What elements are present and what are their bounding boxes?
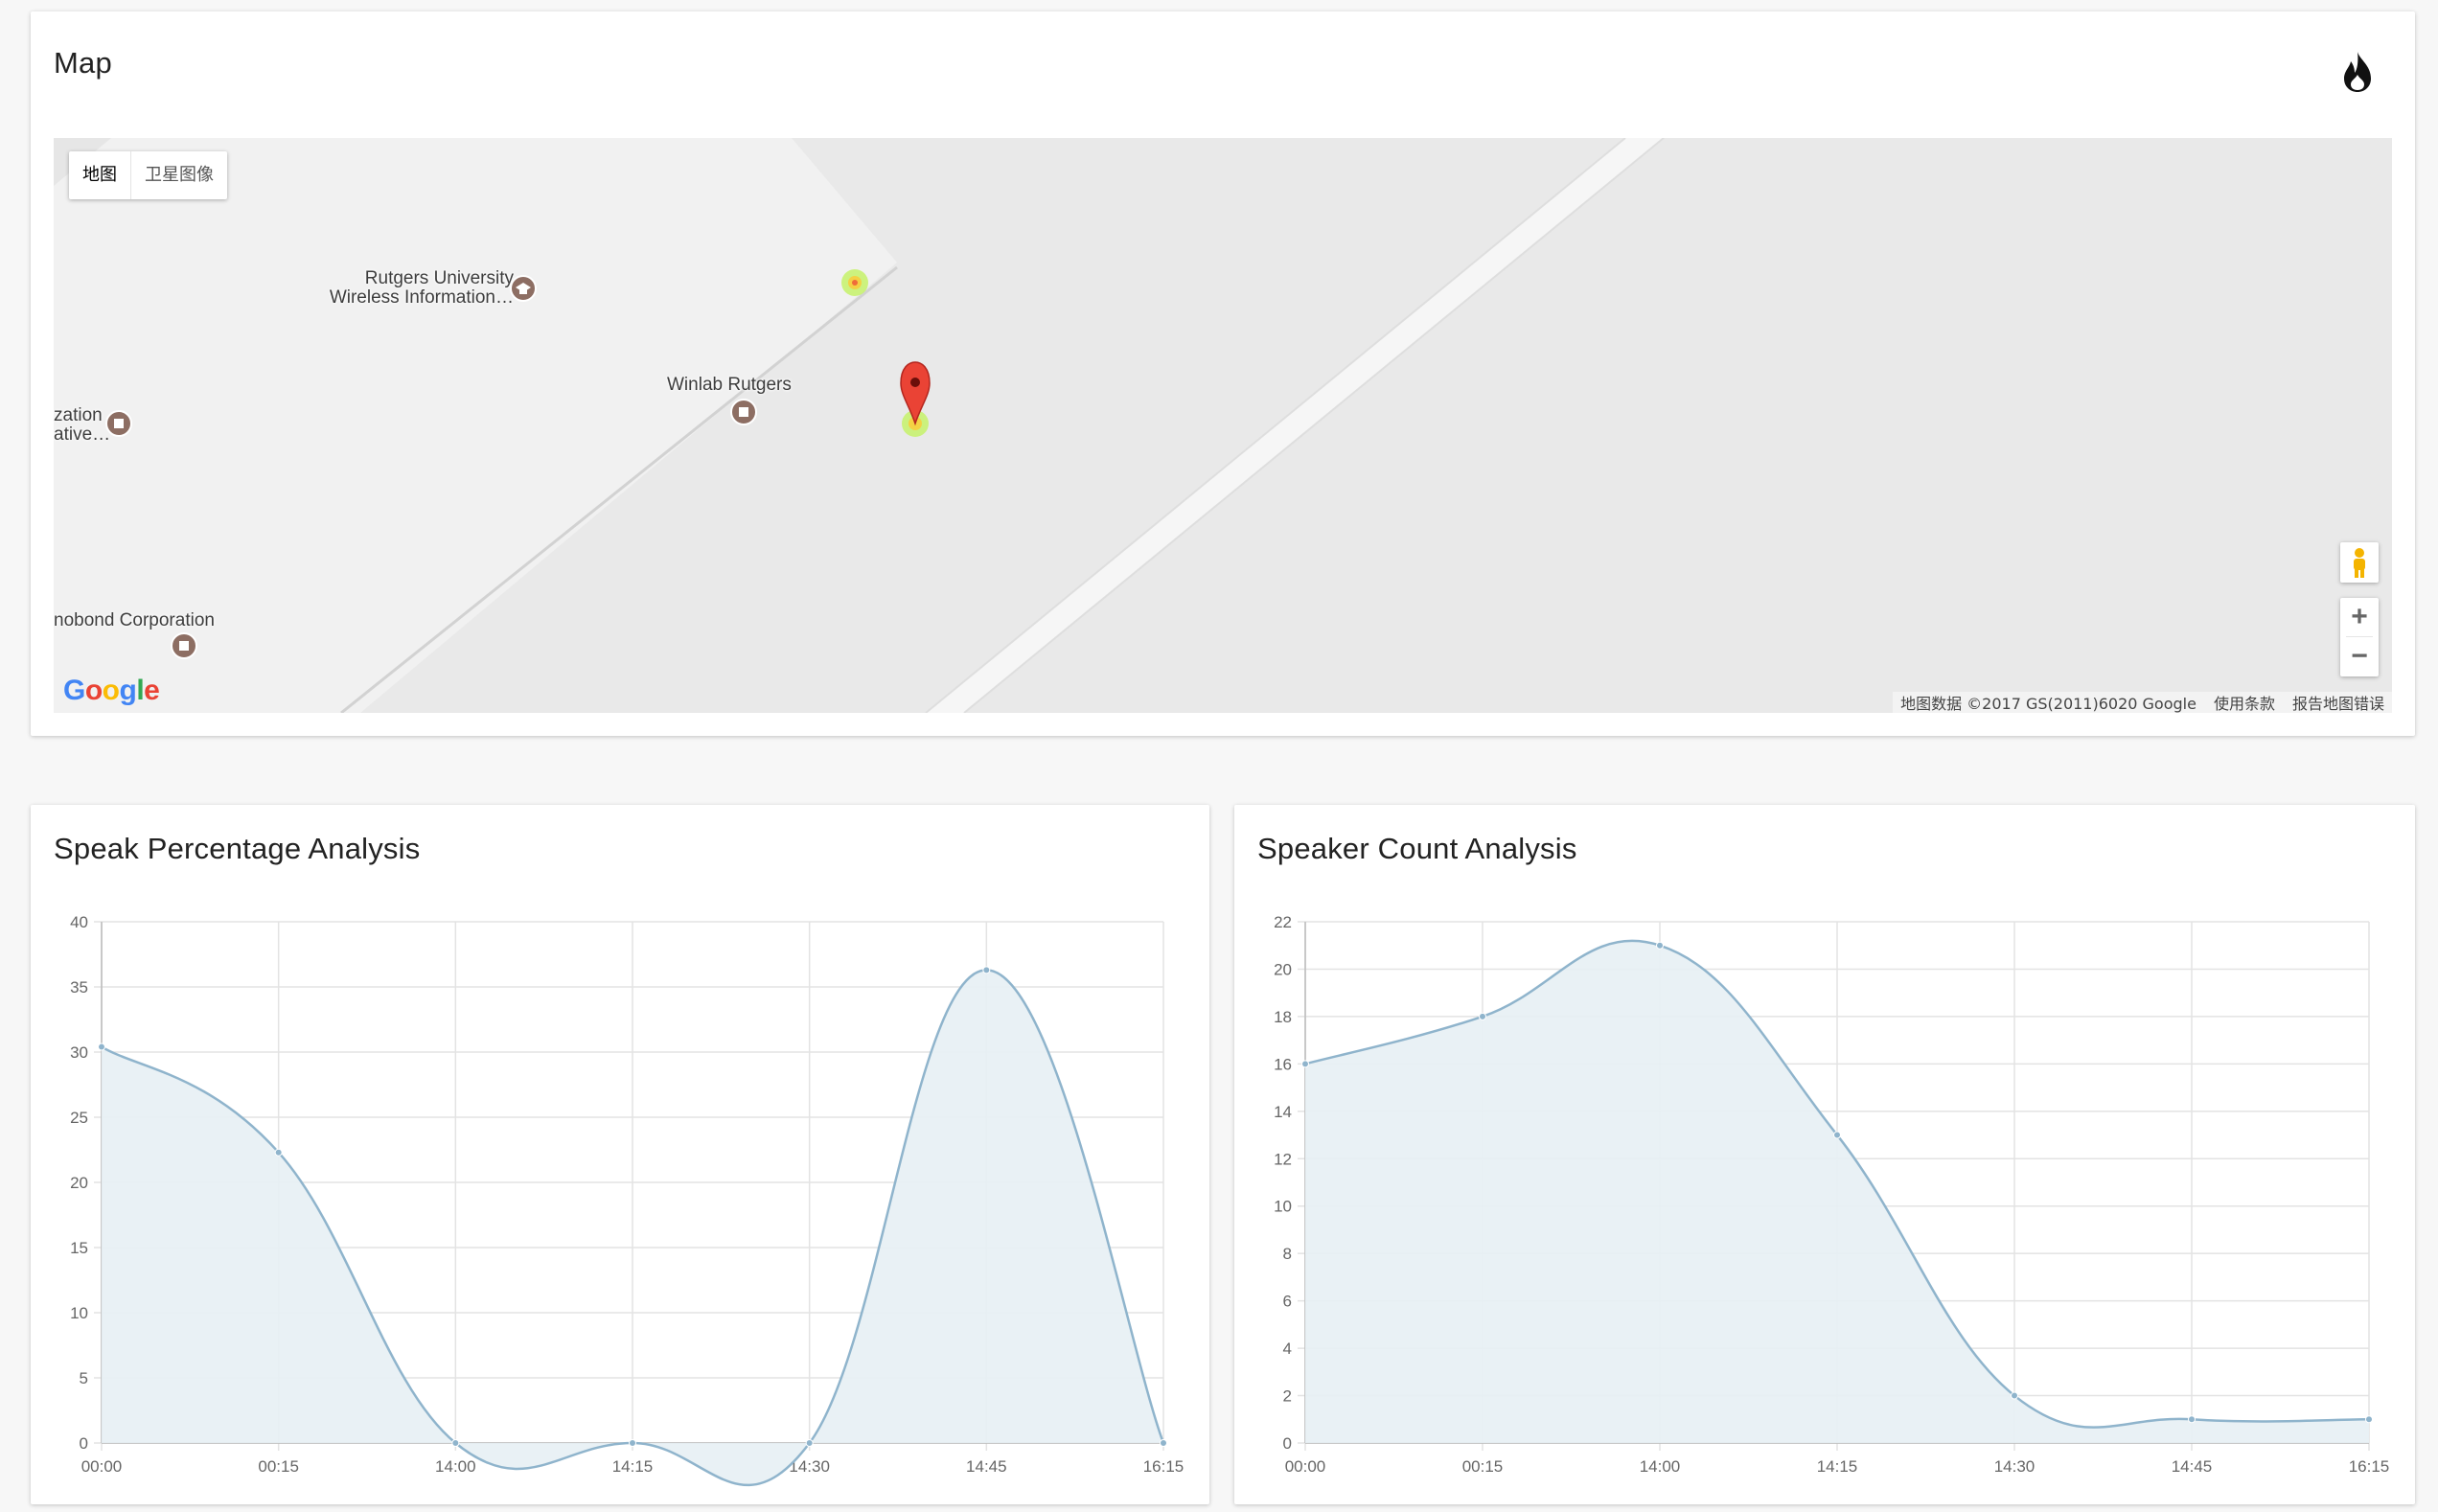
map-type-satellite-button[interactable]: 卫星图像	[131, 151, 227, 199]
x-tick-label: 00:00	[1285, 1457, 1326, 1476]
y-tick-label: 15	[70, 1239, 88, 1257]
street-view-pegman-button[interactable]	[2340, 542, 2379, 583]
pegman-icon	[2354, 548, 2365, 578]
x-tick-label: 14:15	[612, 1457, 654, 1476]
poi-label-line: nobond Corporation	[54, 610, 215, 630]
speak-percentage-chart: 051015202530354000:00 00:15 14:00 14:15 14:3…	[70, 913, 1184, 1487]
map-data-attribution: 地图数据 ©2017 GS(2011)6020 Google	[1900, 695, 2196, 713]
y-tick-label: 2	[1283, 1387, 1292, 1406]
y-tick-label: 30	[70, 1043, 88, 1062]
data-point	[1301, 1060, 1309, 1068]
poi-label-line: ative…	[54, 424, 111, 445]
x-tick-label: 14:00	[1640, 1457, 1681, 1476]
y-tick-label: 5	[80, 1369, 88, 1387]
poi-label-line: Rutgers University	[364, 268, 514, 288]
map-view[interactable]: 地图 卫星图像 Rutgers University Wireless Info…	[54, 138, 2392, 713]
data-point	[1479, 1012, 1486, 1020]
zoom-control: + −	[2340, 598, 2379, 676]
data-point	[982, 966, 991, 974]
google-logo[interactable]: Google	[63, 675, 160, 707]
poi-label-line: Wireless Information…	[329, 287, 514, 308]
data-point	[805, 1439, 814, 1447]
y-tick-label: 4	[1283, 1340, 1292, 1358]
x-tick-label: 14:45	[966, 1457, 1007, 1476]
terms-of-use-link[interactable]: 使用条款	[2214, 691, 2275, 713]
y-tick-label: 35	[70, 978, 88, 997]
poi-label-line: zation	[54, 405, 103, 425]
x-tick-label: 14:00	[435, 1457, 476, 1476]
map-card: Map 地图 卫星图像 Rutgers University Wireless …	[31, 11, 2415, 736]
y-tick-label: 8	[1283, 1245, 1292, 1263]
y-tick-label: 6	[1283, 1293, 1292, 1311]
x-tick-label: 16:15	[1143, 1457, 1184, 1476]
y-tick-label: 12	[1274, 1150, 1292, 1168]
poi-label-winlab[interactable]: Winlab Rutgers	[667, 376, 792, 395]
data-point	[629, 1439, 636, 1447]
y-tick-label: 10	[70, 1304, 88, 1322]
data-point	[2188, 1415, 2196, 1424]
poi-label-corporation[interactable]: nobond Corporation	[54, 611, 215, 630]
speak-percentage-card: Speak Percentage Analysis 0 5 10 15 20 25 30 35…	[31, 805, 1209, 1504]
map-type-control: 地图 卫星图像	[69, 151, 227, 199]
y-tick-label: 18	[1274, 1008, 1292, 1026]
y-tick-label: 22	[1274, 913, 1292, 931]
zoom-in-button[interactable]: +	[2340, 598, 2379, 636]
university-poi-icon[interactable]	[510, 275, 537, 302]
poi-label-line: Winlab Rutgers	[667, 375, 792, 395]
heat-point	[841, 269, 868, 296]
speaker-count-chart: 0 2 4 6 8 10 12 14 16 18 20 22 00:00 00:15 14:00 14:15 1…	[1274, 913, 2390, 1476]
x-tick-label: 14:15	[1817, 1457, 1858, 1476]
map-canvas[interactable]	[54, 138, 2392, 713]
report-map-error-link[interactable]: 报告地图错误	[2292, 691, 2384, 713]
y-tick-label: 20	[1274, 960, 1292, 978]
corporation-poi-icon[interactable]	[171, 632, 197, 659]
speaker-count-card: Speaker Count Analysis 0 2 4 6 8 10 12 14 16 18 20…	[1234, 805, 2415, 1504]
data-point	[98, 1042, 105, 1051]
y-tick-label: 16	[1274, 1055, 1292, 1073]
y-tick-label: 10	[1274, 1198, 1292, 1216]
x-tick-label: 14:45	[2172, 1457, 2213, 1476]
data-point	[2011, 1391, 2018, 1400]
heatmap-flame-icon[interactable]	[2338, 48, 2377, 94]
data-point	[2365, 1415, 2373, 1424]
map-card-title: Map	[54, 46, 112, 80]
winlab-poi-icon[interactable]	[730, 399, 757, 425]
x-tick-label: 00:15	[1462, 1457, 1504, 1476]
x-tick-label: 14:30	[1994, 1457, 2036, 1476]
data-point	[451, 1439, 460, 1447]
x-tick-label: 00:15	[258, 1457, 299, 1476]
x-tick-label: 00:00	[81, 1457, 123, 1476]
x-tick-label: 16:15	[2349, 1457, 2390, 1476]
data-point	[1656, 941, 1664, 950]
map-type-map-button[interactable]: 地图	[69, 151, 130, 199]
y-tick-label: 14	[1274, 1103, 1292, 1121]
data-point	[274, 1148, 283, 1157]
y-tick-label: 0	[1283, 1434, 1292, 1453]
data-point	[1833, 1131, 1841, 1139]
poi-label-rutgers[interactable]: Rutgers University Wireless Information…	[330, 269, 514, 308]
y-tick-label: 0	[80, 1434, 88, 1453]
poi-label-left[interactable]: zation ative…	[54, 406, 110, 445]
zoom-out-button[interactable]: −	[2340, 637, 2379, 676]
y-tick-label: 20	[70, 1174, 88, 1192]
map-attribution: 地图数据 ©2017 GS(2011)6020 Google 使用条款 报告地图…	[1893, 692, 2392, 713]
y-tick-label: 25	[70, 1109, 88, 1127]
data-point	[1160, 1439, 1167, 1447]
y-tick-label: 40	[70, 913, 88, 931]
